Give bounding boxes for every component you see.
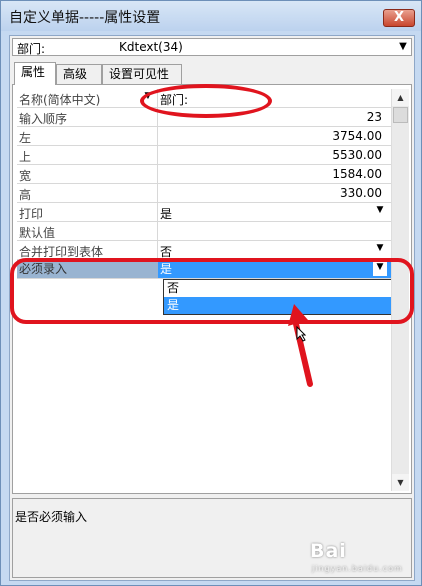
property-row[interactable]: 宽 1584.00 xyxy=(17,165,391,184)
property-panel: 名称(简体中文) ▼ 部门: 输入顺序 23 左 3754.00 上 5530.… xyxy=(12,84,412,494)
description-text: 是否必须输入 xyxy=(15,510,88,524)
dropdown-option[interactable]: 否 xyxy=(164,280,391,297)
column-divider xyxy=(157,89,158,107)
property-name: 左 xyxy=(19,131,32,145)
object-selector-value: Kdtext(34) xyxy=(119,40,183,54)
window-title: 自定义单据-----属性设置 xyxy=(9,10,161,26)
chevron-down-icon[interactable]: ▼ xyxy=(373,243,387,253)
property-row[interactable]: 左 3754.00 xyxy=(17,127,391,146)
object-selector[interactable]: 部门: Kdtext(34) ▼ xyxy=(12,38,412,56)
vertical-scrollbar[interactable]: ▲ ▼ xyxy=(391,89,409,491)
property-name: 上 xyxy=(19,150,32,164)
property-value[interactable]: 330.00 xyxy=(160,186,382,200)
object-selector-label: 部门: xyxy=(17,42,46,56)
property-row[interactable]: 合并打印到表体 否 ▼ xyxy=(17,241,391,260)
chevron-down-icon[interactable]: ▼ xyxy=(373,205,387,215)
property-row[interactable]: 打印 是 ▼ xyxy=(17,203,391,222)
property-name: 合并打印到表体 xyxy=(19,245,104,259)
property-row[interactable]: 上 5530.00 xyxy=(17,146,391,165)
chevron-down-icon[interactable]: ▼ xyxy=(141,91,155,101)
watermark-subtext: jingyan.baidu.com xyxy=(312,564,403,573)
property-name: 打印 xyxy=(19,207,44,221)
column-divider xyxy=(157,165,158,183)
property-row[interactable]: 默认值 xyxy=(17,222,391,241)
property-name: 名称(简体中文) xyxy=(19,93,101,107)
property-name: 高 xyxy=(19,188,32,202)
scroll-up-icon[interactable]: ▲ xyxy=(392,89,409,106)
property-value[interactable]: 是 xyxy=(158,260,391,278)
client-area: 部门: Kdtext(34) ▼ 属性 高级 设置可见性 名称(简体中文) ▼ … xyxy=(9,35,415,581)
property-value[interactable]: 1584.00 xyxy=(160,167,382,181)
value-dropdown-list[interactable]: 否 是 xyxy=(163,279,391,315)
watermark-text: Bai xyxy=(310,540,347,562)
properties-window: 自定义单据-----属性设置 X 部门: Kdtext(34) ▼ 属性 高级 … xyxy=(0,0,422,586)
column-divider xyxy=(157,241,158,259)
property-value[interactable]: 是 xyxy=(160,205,382,222)
property-name: 必须录入 xyxy=(17,260,159,278)
scroll-thumb[interactable] xyxy=(393,107,408,123)
property-name: 宽 xyxy=(19,169,32,183)
tab-bar: 属性 高级 设置可见性 xyxy=(12,62,412,85)
property-row[interactable]: 输入顺序 23 xyxy=(17,108,391,127)
dropdown-option-highlighted[interactable]: 是 xyxy=(164,297,391,314)
property-value[interactable]: 3754.00 xyxy=(160,129,382,143)
column-divider xyxy=(157,127,158,145)
property-value[interactable]: 5530.00 xyxy=(160,148,382,162)
property-name: 输入顺序 xyxy=(19,112,68,126)
column-divider xyxy=(157,222,158,240)
property-grid: 名称(简体中文) ▼ 部门: 输入顺序 23 左 3754.00 上 5530.… xyxy=(17,89,391,491)
property-value[interactable]: 否 xyxy=(160,243,382,260)
chevron-down-icon[interactable]: ▼ xyxy=(373,262,387,276)
tab-advanced[interactable]: 高级 xyxy=(56,64,102,84)
title-bar[interactable]: 自定义单据-----属性设置 X xyxy=(1,1,421,31)
property-row[interactable]: 名称(简体中文) ▼ 部门: xyxy=(17,89,391,108)
property-row-selected[interactable]: 必须录入 是 ▼ xyxy=(17,260,391,279)
property-row[interactable]: 高 330.00 xyxy=(17,184,391,203)
property-value[interactable]: 部门: xyxy=(160,91,382,108)
column-divider xyxy=(157,146,158,164)
column-divider xyxy=(157,108,158,126)
scroll-down-icon[interactable]: ▼ xyxy=(392,474,409,491)
column-divider xyxy=(157,203,158,221)
chevron-down-icon[interactable]: ▼ xyxy=(395,39,411,55)
tab-visibility[interactable]: 设置可见性 xyxy=(102,64,182,84)
close-button[interactable]: X xyxy=(383,9,415,27)
tab-properties[interactable]: 属性 xyxy=(14,62,56,85)
property-name: 默认值 xyxy=(19,226,56,240)
watermark: Bai jingyan.baidu.com xyxy=(310,540,402,573)
property-value[interactable]: 23 xyxy=(160,110,382,124)
column-divider xyxy=(157,184,158,202)
